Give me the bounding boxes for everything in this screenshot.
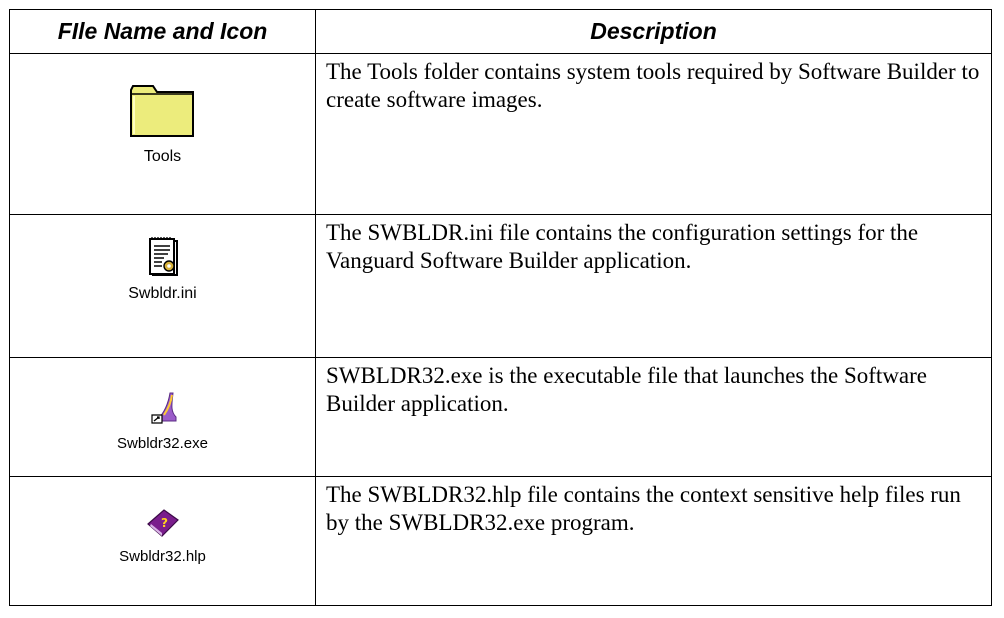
file-cell: ? Swbldr32.hlp [9, 476, 316, 606]
file-name-label: Swbldr32.hlp [119, 548, 206, 565]
file-name-label: Tools [143, 148, 182, 165]
file-name-label: Swbldr32.exe [117, 435, 208, 452]
table-row: Tools The Tools folder contains system t… [9, 53, 992, 215]
description-cell: The Tools folder contains system tools r… [315, 53, 992, 215]
svg-text:?: ? [161, 516, 168, 530]
ini-settings-file-icon[interactable] [146, 235, 180, 277]
file-name-label: Swbldr.ini [128, 285, 197, 302]
file-cell: Swbldr.ini [9, 214, 316, 358]
table-row: ? Swbldr32.hlp The SWBLDR32.hlp file con… [9, 476, 992, 606]
description-cell: The SWBLDR32.hlp file contains the conte… [315, 476, 992, 606]
exe-shortcut-icon[interactable] [146, 389, 180, 425]
header-file-name-and-icon: FIle Name and Icon [9, 9, 316, 54]
file-description-table: FIle Name and Icon Description Tools The… [9, 9, 992, 606]
table-row: Swbldr.ini The SWBLDR.ini file contains … [9, 214, 992, 358]
table-header-row: FIle Name and Icon Description [9, 9, 992, 54]
table-row: Swbldr32.exe SWBLDR32.exe is the executa… [9, 357, 992, 477]
folder-icon[interactable] [129, 82, 197, 138]
file-cell: Swbldr32.exe [9, 357, 316, 477]
description-cell: The SWBLDR.ini file contains the configu… [315, 214, 992, 358]
file-cell: Tools [9, 53, 316, 215]
help-book-icon[interactable]: ? [146, 508, 180, 538]
description-cell: SWBLDR32.exe is the executable file that… [315, 357, 992, 477]
header-description: Description [315, 9, 992, 54]
